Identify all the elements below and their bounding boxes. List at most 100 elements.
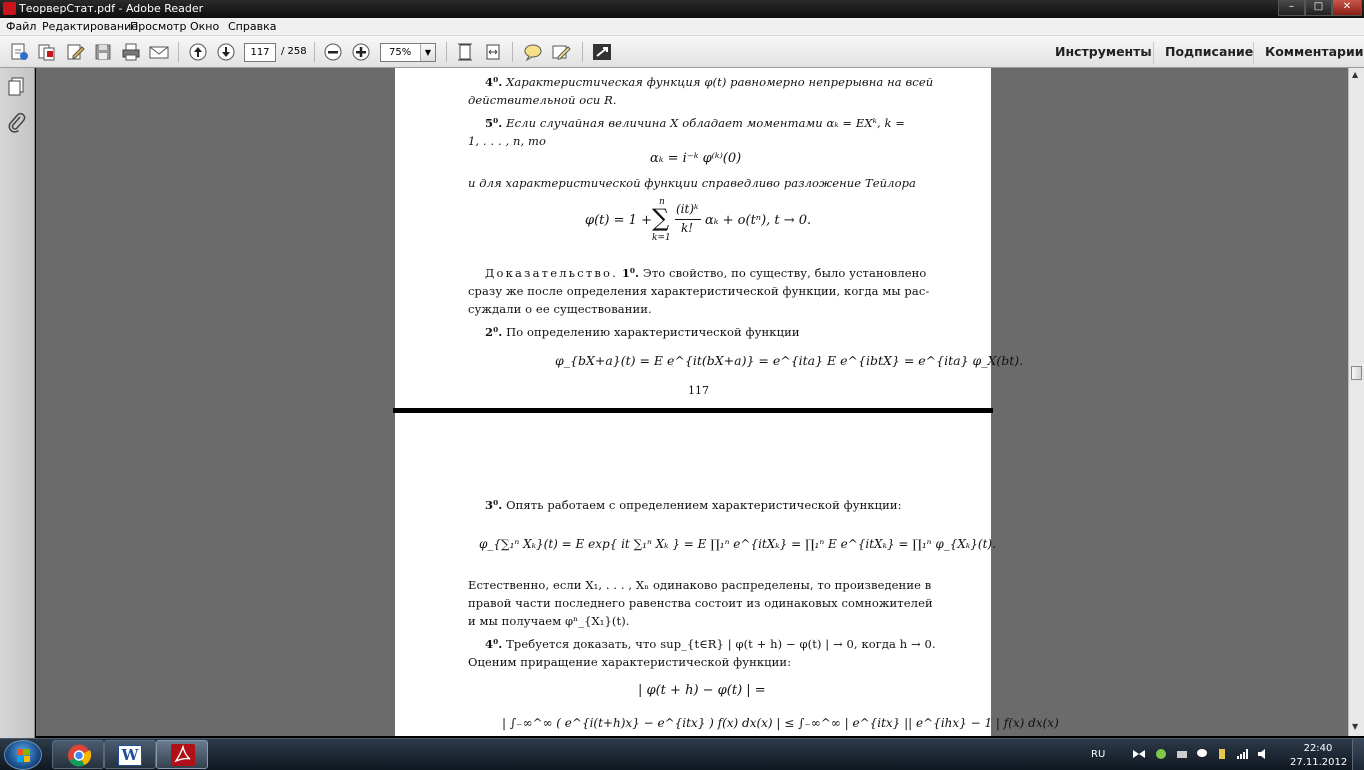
close-button[interactable]: ✕ xyxy=(1332,0,1362,16)
edit-pdf-icon[interactable] xyxy=(64,42,86,62)
adobe-reader-icon xyxy=(3,2,16,15)
sum-upper-limit: n xyxy=(659,197,665,207)
fraction-numerator: (it)ᵏ xyxy=(676,202,699,216)
item4-text-line2: действительной оси R. xyxy=(468,93,617,107)
page-number-input[interactable]: 117 xyxy=(244,43,276,62)
proof-text: Это свойство, по существу, было установл… xyxy=(642,266,927,280)
create-pdf-icon[interactable] xyxy=(8,42,30,62)
equation-increment: | φ(t + h) − φ(t) | = xyxy=(638,683,766,698)
minimize-button[interactable]: – xyxy=(1278,0,1305,16)
page-number: 117 xyxy=(688,384,709,397)
device-tray-icon[interactable] xyxy=(1176,748,1188,760)
zoom-select[interactable]: 75% ▼ xyxy=(380,43,436,62)
signal-tray-icon[interactable] xyxy=(1236,748,1248,760)
maximize-button[interactable]: □ xyxy=(1305,0,1332,16)
item4-number: 4⁰. xyxy=(485,75,503,89)
proof-text-line3: суждали о ее существовании. xyxy=(468,302,652,316)
comment-icon[interactable] xyxy=(522,42,544,62)
item4b-text: Требуется доказать, что sup_{t∈R} | φ(t … xyxy=(506,637,936,651)
item4b-number: 4⁰. xyxy=(485,637,503,651)
zoom-value: 75% xyxy=(389,47,412,58)
proof-word: Доказательство. xyxy=(485,266,619,280)
taskbar: W RU 22:40 27.11.2012 xyxy=(0,738,1364,770)
item2-text: По определению характеристической функци… xyxy=(506,325,800,339)
pages-icon[interactable] xyxy=(7,76,27,98)
menu-edit[interactable]: Редактирование xyxy=(42,20,138,33)
item4b-text-line2: Оценим приращение характеристической фун… xyxy=(468,655,792,669)
highlight-icon[interactable] xyxy=(550,42,572,62)
clock[interactable]: 22:40 27.11.2012 xyxy=(1290,742,1348,770)
equation-alpha: αₖ = i⁻ᵏ φ⁽ᵏ⁾(0) xyxy=(650,151,742,166)
language-indicator[interactable]: RU xyxy=(1091,749,1105,760)
volume-tray-icon[interactable] xyxy=(1257,748,1269,760)
tab-tools[interactable]: Инструменты xyxy=(1055,44,1152,59)
item5-number: 5⁰. xyxy=(485,116,503,130)
vertical-scrollbar[interactable]: ▲ ▼ xyxy=(1348,68,1364,736)
previous-page-icon[interactable] xyxy=(187,42,209,62)
equation-bx-plus-a: φ_{bX+a}(t) = E e^{it(bX+a)} = e^{ita} E… xyxy=(555,353,1024,368)
equation-sum-product: φ_{∑₁ⁿ Xₖ}(t) = E exp{ it ∑₁ⁿ Xₖ } = E ∏… xyxy=(479,537,996,551)
fullscreen-icon[interactable] xyxy=(591,42,613,62)
chevron-down-icon[interactable]: ▼ xyxy=(420,44,435,61)
item2-number: 2⁰. xyxy=(485,325,503,339)
tab-sign[interactable]: Подписание xyxy=(1165,44,1253,59)
window-title: ТеорверСтат.pdf - Adobe Reader xyxy=(19,2,204,15)
sum-lower-limit: k=1 xyxy=(652,233,671,243)
chrome-taskbar-button[interactable] xyxy=(52,740,104,769)
next-page-icon[interactable] xyxy=(215,42,237,62)
combine-files-icon[interactable] xyxy=(36,42,58,62)
email-icon[interactable] xyxy=(148,42,170,62)
message-tray-icon[interactable] xyxy=(1196,748,1208,760)
zoom-in-icon[interactable] xyxy=(350,42,372,62)
fraction-denominator: k! xyxy=(681,221,694,235)
menu-window[interactable]: Окно xyxy=(190,20,219,33)
proof-number: 1⁰. xyxy=(621,266,640,280)
menu-file[interactable]: Файл xyxy=(6,20,36,33)
natural-text-line1: Естественно, если X₁, . . . , Xₙ одинако… xyxy=(468,578,932,592)
fit-width-icon[interactable] xyxy=(482,42,504,62)
scroll-up-icon[interactable]: ▲ xyxy=(1352,70,1358,79)
tab-comment[interactable]: Комментарии xyxy=(1265,44,1364,59)
word-icon: W xyxy=(118,745,142,766)
start-button[interactable] xyxy=(4,740,42,770)
clock-time: 22:40 xyxy=(1303,743,1333,754)
title-bar: ТеорверСтат.pdf - Adobe Reader – □ ✕ xyxy=(0,0,1364,18)
fit-page-icon[interactable] xyxy=(454,42,476,62)
taylor-left: φ(t) = 1 + xyxy=(585,213,652,228)
clock-date: 27.11.2012 xyxy=(1290,757,1348,768)
item3-number: 3⁰. xyxy=(485,498,503,512)
equation-integral: | ∫₋∞^∞ ( e^{i(t+h)x} − e^{itx} ) f(x) d… xyxy=(502,716,1059,730)
taylor-right: αₖ + o(tⁿ), t → 0. xyxy=(705,213,812,228)
show-desktop-button[interactable] xyxy=(1352,739,1364,770)
network-tray-icon[interactable] xyxy=(1133,748,1145,760)
menu-help[interactable]: Справка xyxy=(228,20,276,33)
zoom-out-icon[interactable] xyxy=(322,42,344,62)
menu-view[interactable]: Просмотр xyxy=(130,20,186,33)
word-taskbar-button[interactable]: W xyxy=(104,740,156,769)
page-total-label: / 258 xyxy=(281,46,307,57)
toolbar: 117 / 258 75% ▼ Инструменты Подписание К… xyxy=(0,36,1364,68)
natural-text-line3: и мы получаем φⁿ_{X₁}(t). xyxy=(468,614,630,628)
taylor-intro: и для характеристической функции справед… xyxy=(468,176,917,190)
item3-text: Опять работаем с определением характерис… xyxy=(506,498,902,512)
item5-text: Если случайная величина X обладает момен… xyxy=(506,116,906,130)
power-tray-icon[interactable] xyxy=(1216,748,1228,760)
menu-bar: Файл Редактирование Просмотр Окно Справк… xyxy=(0,18,1364,36)
scroll-down-icon[interactable]: ▼ xyxy=(1352,722,1358,731)
adobe-reader-taskbar-button[interactable] xyxy=(156,740,208,769)
save-icon[interactable] xyxy=(92,42,114,62)
item5-text-line2: 1, . . . , n, то xyxy=(468,134,547,148)
navigation-panel xyxy=(0,68,35,738)
pdf-page-117: 4⁰. Характеристическая функция φ(t) равн… xyxy=(395,68,1023,408)
sum-sign: ∑ xyxy=(652,204,670,232)
item4-text: Характеристическая функция φ(t) равномер… xyxy=(506,75,934,89)
proof-text-line2: сразу же после определения характеристич… xyxy=(468,284,930,298)
print-icon[interactable] xyxy=(120,42,142,62)
adobe-reader-taskbar-icon xyxy=(171,744,195,766)
scrollbar-thumb[interactable] xyxy=(1351,366,1362,380)
fraction-bar xyxy=(675,219,701,220)
security-tray-icon[interactable] xyxy=(1155,748,1167,760)
attachment-icon[interactable] xyxy=(7,112,27,134)
natural-text-line2: правой части последнего равенства состои… xyxy=(468,596,933,610)
pdf-page-118: 3⁰. Опять работаем с определением характ… xyxy=(395,413,1059,736)
